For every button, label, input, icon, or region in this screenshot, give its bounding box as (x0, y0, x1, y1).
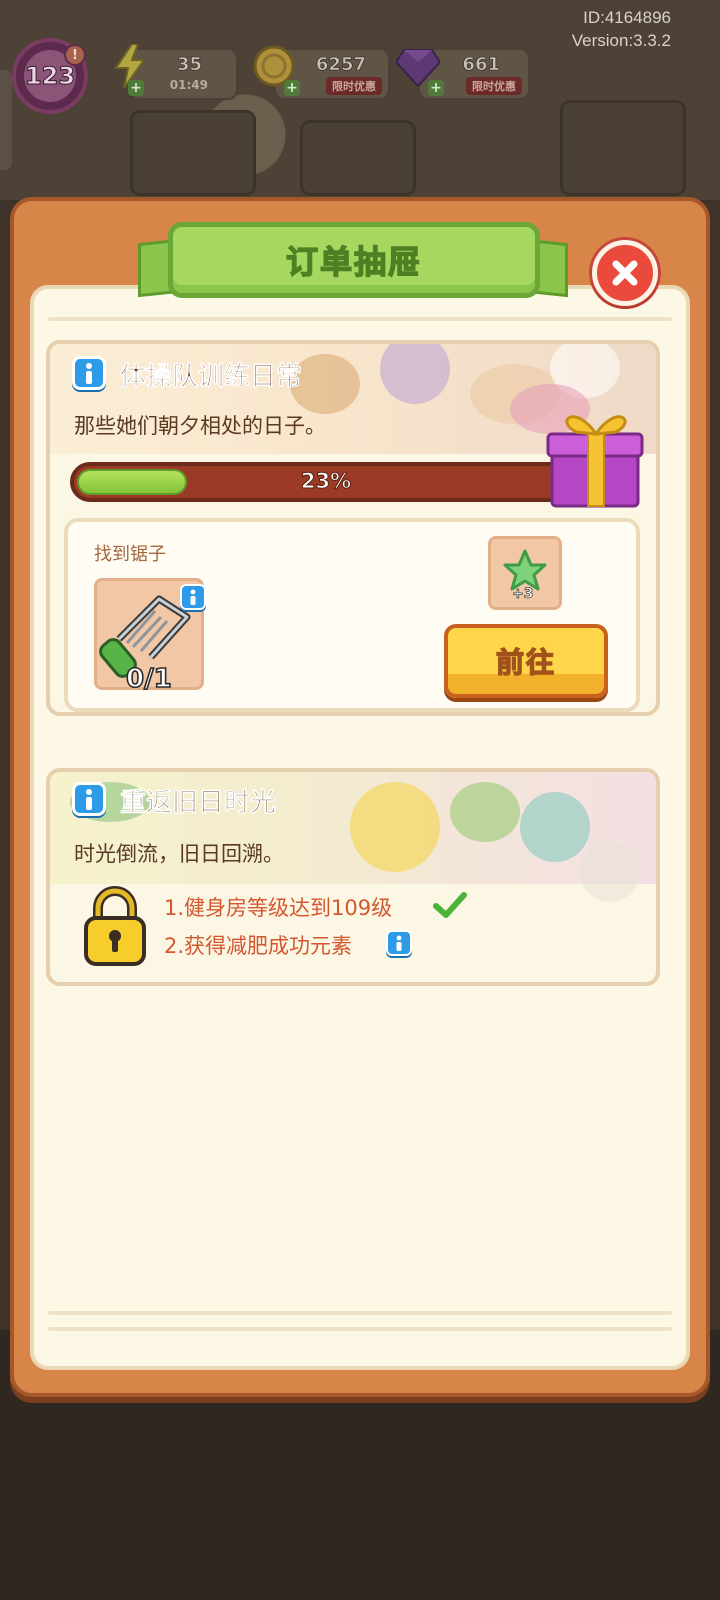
check-icon (432, 890, 468, 920)
background-shelf (300, 120, 416, 196)
divider (48, 1327, 672, 1331)
banner-decoration (350, 782, 440, 872)
task1-progress-bar: 23% (70, 462, 582, 502)
gift-box-icon[interactable] (546, 400, 646, 510)
banner-decoration (380, 344, 450, 404)
banner-decoration (450, 782, 520, 842)
modal-title-ribbon: 订单抽屉 (168, 222, 540, 298)
version-text: Version:3.3.2 (571, 31, 671, 50)
go-button-label: 前往 (495, 645, 556, 679)
background-shelf (130, 110, 256, 196)
level-alert-badge: ! (64, 44, 86, 66)
add-gems-button[interactable]: + (428, 80, 444, 96)
reward-amount: +3 (512, 586, 534, 603)
close-icon (612, 260, 638, 286)
requirement-label: 找到锯子 (94, 544, 166, 565)
task1-description: 那些她们朝夕相处的日子。 (74, 414, 326, 438)
task2-title: 重返旧日时光 (120, 788, 277, 819)
coin-sale-tag: 限时优惠 (326, 77, 382, 95)
close-button[interactable] (592, 240, 658, 306)
task1-info-icon[interactable] (72, 356, 106, 390)
padlock-icon (80, 886, 150, 968)
task1-progress-label: 23% (300, 469, 352, 494)
item-info-icon[interactable] (180, 584, 206, 610)
player-id-text: ID:4164896 (583, 8, 671, 27)
unlock-condition-2: 2.获得减肥成功元素 (164, 934, 353, 958)
gem-sale-tag: 限时优惠 (466, 77, 522, 95)
task1-requirement-panel: 找到锯子 0/1 +3 前往 (64, 518, 640, 712)
player-level-badge[interactable]: 123 ! (12, 38, 88, 114)
task2-info-icon[interactable] (72, 782, 106, 816)
add-energy-button[interactable]: + (128, 80, 144, 96)
side-tab[interactable] (0, 70, 12, 170)
energy-timer: 01:49 (169, 78, 208, 92)
modal-title: 订单抽屉 (285, 242, 422, 282)
background-shelf (560, 100, 686, 196)
task2-description: 时光倒流，旧日回溯。 (74, 842, 284, 866)
divider (48, 1311, 672, 1315)
build-info: ID:4164896 Version:3.3.2 (572, 6, 671, 52)
element-info-icon[interactable] (386, 930, 412, 956)
add-coins-button[interactable]: + (284, 80, 300, 96)
banner-decoration (580, 842, 640, 902)
item-count: 0/1 (125, 663, 172, 695)
go-button[interactable]: 前往 (444, 624, 608, 698)
divider (48, 317, 672, 321)
banner-decoration (520, 792, 590, 862)
task1-title: 体操队训练日常 (120, 362, 303, 393)
unlock-condition-1: 1.健身房等级达到109级 (164, 896, 393, 920)
